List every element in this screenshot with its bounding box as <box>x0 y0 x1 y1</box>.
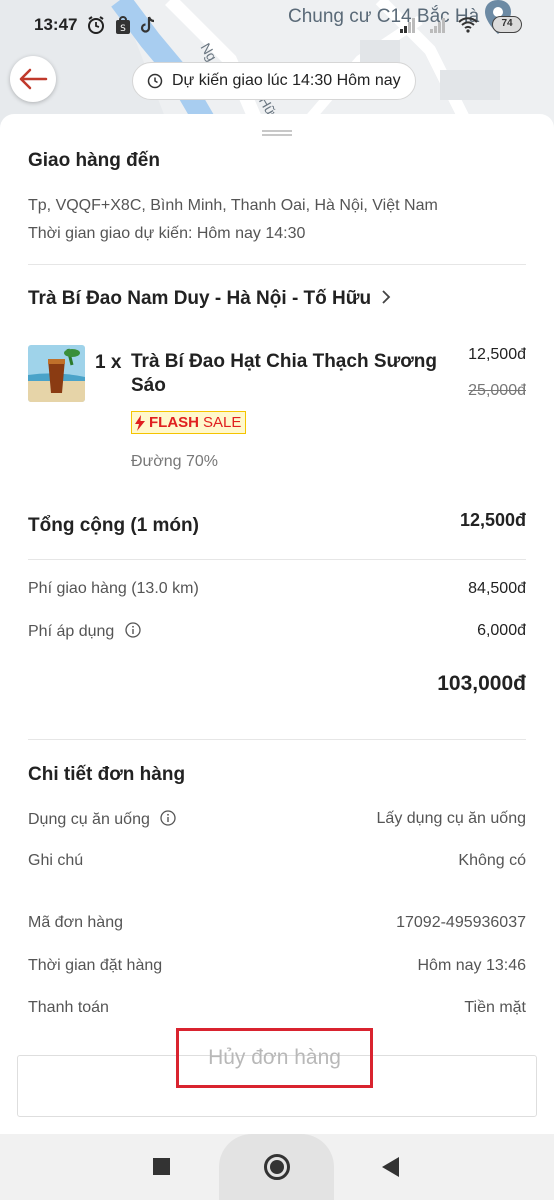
back-button[interactable] <box>10 56 56 102</box>
order-sheet: Giao hàng đến Tp, VQQF+X8C, Bình Minh, T… <box>0 114 554 1134</box>
payment-label: Thanh toán <box>28 999 109 1016</box>
shopping-bag-icon: S <box>116 16 130 34</box>
flash-label: FLASH <box>149 414 199 431</box>
tiktok-icon <box>140 16 155 33</box>
chevron-right-icon <box>382 290 391 304</box>
order-details-title: Chi tiết đơn hàng <box>28 764 186 785</box>
shipping-fee-label: Phí giao hàng (13.0 km) <box>28 580 199 597</box>
lightning-icon <box>135 414 145 431</box>
store-name: Trà Bí Đao Nam Duy - Hà Nội - Tố Hữu <box>28 288 372 309</box>
cancel-order-label[interactable]: Hủy đơn hàng <box>176 1028 373 1088</box>
divider <box>28 739 526 740</box>
back-nav-button[interactable] <box>382 1157 399 1177</box>
signal-icon <box>400 18 415 33</box>
total-label: Tổng cộng (1 món) <box>28 515 199 536</box>
item-option: Đường 70% <box>131 453 219 470</box>
clock-icon <box>147 73 163 89</box>
note-label: Ghi chú <box>28 852 84 869</box>
sale-label: SALE <box>203 414 242 431</box>
payment-value: Tiền mặt <box>464 999 526 1016</box>
eta-pill: Dự kiến giao lúc 14:30 Hôm nay <box>132 62 416 100</box>
system-navbar <box>0 1134 554 1200</box>
utensils-label: Dụng cụ ăn uống <box>28 811 150 828</box>
drag-handle[interactable] <box>262 130 292 136</box>
service-fee-row: Phí áp dụng <box>28 622 141 641</box>
delivery-title: Giao hàng đến <box>28 150 160 171</box>
divider <box>28 559 526 560</box>
item-quantity: 1 x <box>95 352 122 373</box>
order-id-label: Mã đơn hàng <box>28 914 123 931</box>
order-id-value[interactable]: 17092-495936037 <box>396 914 526 932</box>
signal-icon <box>430 18 445 33</box>
grand-total: 103,000đ <box>437 672 526 695</box>
delivery-address: Tp, VQQF+X8C, Bình Minh, Thanh Oai, Hà N… <box>28 197 438 214</box>
order-time-label: Thời gian đặt hàng <box>28 957 163 974</box>
utensils-row: Dụng cụ ăn uống <box>28 810 176 829</box>
home-button[interactable] <box>264 1154 290 1180</box>
info-icon[interactable] <box>125 622 141 638</box>
wifi-icon <box>458 17 478 33</box>
back-arrow-icon <box>19 68 48 90</box>
status-time: 13:47 <box>34 15 78 34</box>
battery-indicator: 74 <box>492 16 522 33</box>
status-bar: 13:47 S 74 <box>0 0 554 52</box>
flash-sale-badge: FLASH SALE <box>131 411 247 434</box>
delivery-eta: Thời gian giao dự kiến: Hôm nay 14:30 <box>28 225 306 242</box>
item-thumbnail <box>28 345 85 402</box>
service-fee-label: Phí áp dụng <box>28 623 115 640</box>
service-fee-value: 6,000đ <box>477 622 526 639</box>
order-time-value: Hôm nay 13:46 <box>417 957 526 974</box>
note-value: Không có <box>458 852 526 869</box>
eta-text: Dự kiến giao lúc 14:30 Hôm nay <box>172 72 401 89</box>
recents-button[interactable] <box>153 1158 170 1175</box>
utensils-value: Lấy dụng cụ ăn uống <box>376 810 526 827</box>
alarm-icon <box>88 16 104 34</box>
info-icon[interactable] <box>160 810 176 826</box>
svg-text:S: S <box>120 24 126 34</box>
shipping-fee-value: 84,500đ <box>468 580 526 597</box>
store-link[interactable]: Trà Bí Đao Nam Duy - Hà Nội - Tố Hữu <box>28 288 392 310</box>
divider <box>28 264 526 265</box>
total-value: 12,500đ <box>459 510 526 530</box>
home-icon <box>270 1160 284 1174</box>
item-old-price: 25,000đ <box>468 382 526 399</box>
item-price: 12,500đ <box>468 346 526 363</box>
item-name: Trà Bí Đao Hạt Chia Thạch Sương Sáo <box>131 351 437 396</box>
